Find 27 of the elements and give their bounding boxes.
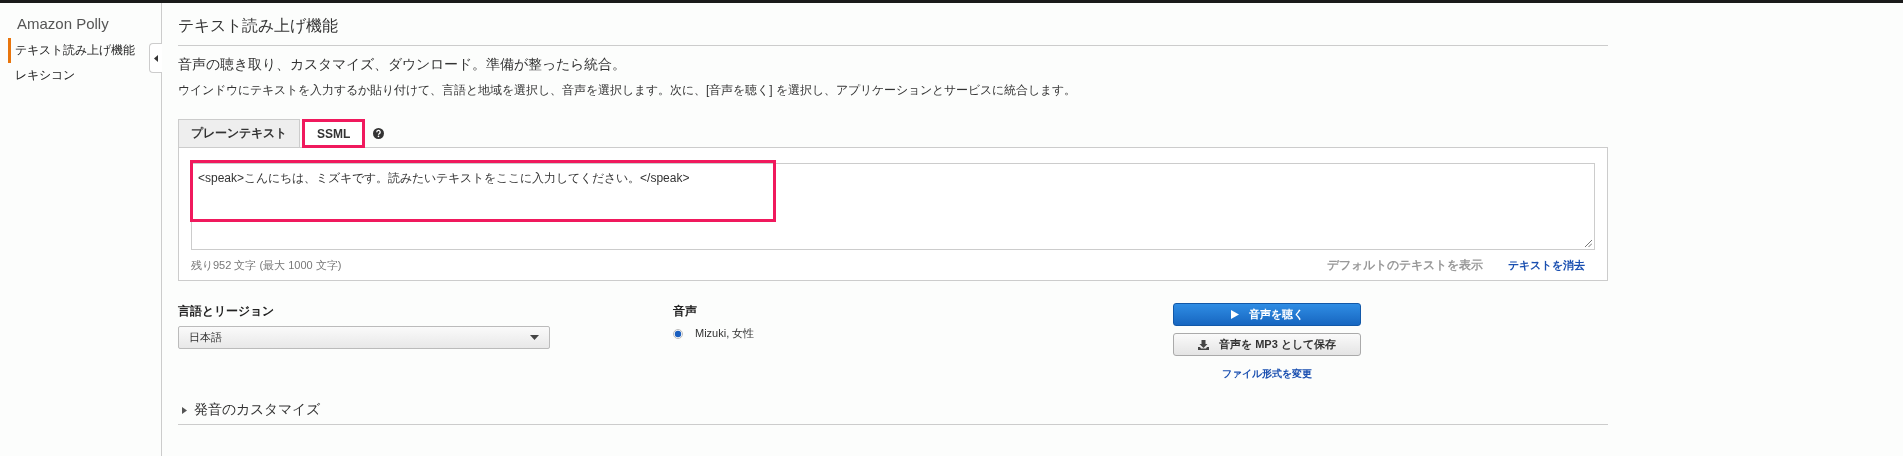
help-icon[interactable] bbox=[373, 127, 385, 139]
page-description: ウインドウにテキストを入力するか貼り付けて、言語と地域を選択し、音声を選択します。次に、[音声を聴く] を選択し、アプリケーションとサービスに統合します。 bbox=[178, 82, 1077, 99]
field-label: 音声 bbox=[673, 303, 698, 320]
character-counter: 残り952 文字 (最大 1000 文字) bbox=[191, 258, 342, 273]
tab[interactable]: プレーンテキスト bbox=[178, 119, 300, 147]
service-title: Amazon Polly bbox=[16, 15, 110, 32]
page-subtitle: 音声の聴き取り、カスタマイズ、ダウンロード。準備が整ったら統合。 bbox=[178, 56, 627, 74]
play-icon bbox=[1230, 310, 1239, 319]
save-mp3-button[interactable]: 音声を MP3 として保存 bbox=[1173, 333, 1361, 356]
clear-text-link[interactable]: テキストを消去 bbox=[1508, 258, 1585, 273]
sidebar-item[interactable]: レキシコン bbox=[8, 63, 79, 88]
page-title: テキスト読み上げ機能 bbox=[178, 16, 1608, 46]
field-label: 言語とリージョン bbox=[178, 303, 275, 320]
collapse-button[interactable] bbox=[149, 43, 162, 73]
text-input-field[interactable]: <speak>こんにちは、ミズキです。読みたいテキストをここに入力してください。</speak> bbox=[198, 171, 690, 185]
customize-expander[interactable]: 発音のカスタマイズ bbox=[178, 401, 1608, 425]
language-dropdown[interactable]: 日本語 bbox=[178, 326, 550, 349]
listen-button[interactable]: 音声を聴く bbox=[1173, 303, 1361, 326]
radio-label[interactable]: Mizuki, 女性 bbox=[695, 326, 755, 341]
caret-icon bbox=[530, 335, 539, 340]
caret-icon bbox=[154, 54, 158, 62]
change-format-link[interactable]: ファイル形式を変更 bbox=[1222, 367, 1312, 381]
radio-button[interactable] bbox=[673, 328, 683, 339]
sidebar-item[interactable]: テキスト読み上げ機能 bbox=[8, 38, 139, 63]
download-icon bbox=[1198, 339, 1210, 350]
resize-handle-icon[interactable] bbox=[1585, 240, 1592, 247]
tab[interactable]: SSML bbox=[304, 120, 364, 146]
